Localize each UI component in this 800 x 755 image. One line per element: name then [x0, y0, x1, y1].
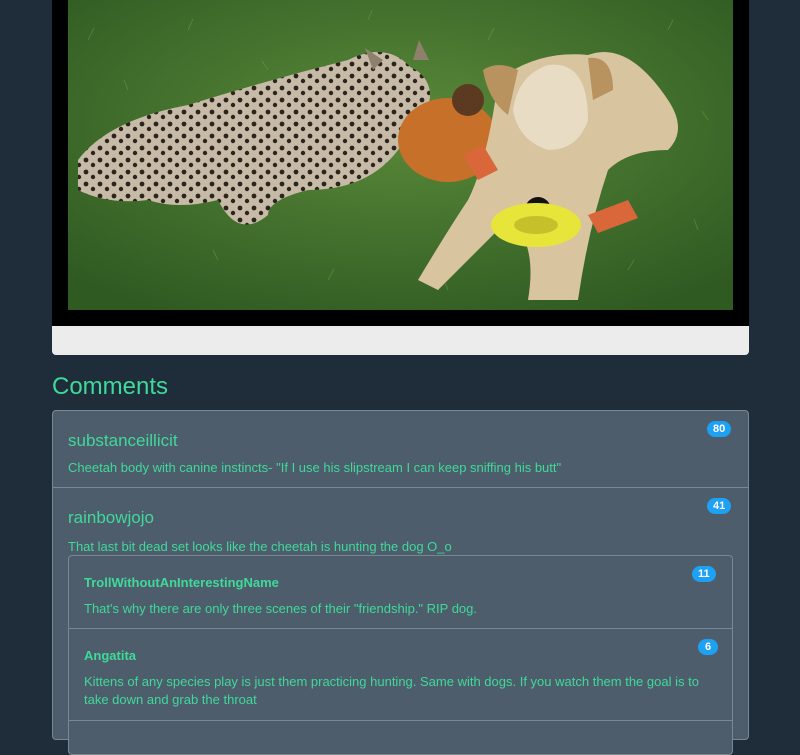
- video-frame-image[interactable]: [68, 0, 733, 310]
- reply-author[interactable]: Angatita: [84, 648, 136, 663]
- reply-thread: TrollWithoutAnInterestingName 11 That's …: [68, 555, 733, 755]
- comment-text: Cheetah body with canine instincts- "If …: [68, 460, 562, 475]
- comments-heading: Comments: [52, 373, 169, 400]
- reply-item: TrollWithoutAnInterestingName 11 That's …: [69, 556, 732, 628]
- reply-text: Kittens of any species play is just them…: [84, 674, 699, 707]
- reply-text: That's why there are only three scenes o…: [84, 601, 478, 616]
- score-badge: 80: [707, 421, 732, 437]
- score-badge: 11: [692, 566, 716, 582]
- reply-author[interactable]: TrollWithoutAnInterestingName: [84, 575, 279, 590]
- comment-text: That last bit dead set looks like the ch…: [68, 539, 452, 554]
- score-badge: 6: [698, 639, 718, 655]
- media-card: [52, 0, 749, 355]
- comment-author[interactable]: substanceillicit: [68, 431, 178, 451]
- comments-list: substanceillicit 80 Cheetah body with ca…: [52, 410, 749, 755]
- score-badge: 41: [707, 498, 732, 514]
- comment-item: substanceillicit 80 Cheetah body with ca…: [53, 411, 748, 488]
- reply-item: Angatita 6 Kittens of any species play i…: [69, 629, 732, 724]
- video-player[interactable]: [52, 0, 749, 326]
- divider: [69, 720, 732, 721]
- comment-author[interactable]: rainbowjojo: [68, 508, 154, 528]
